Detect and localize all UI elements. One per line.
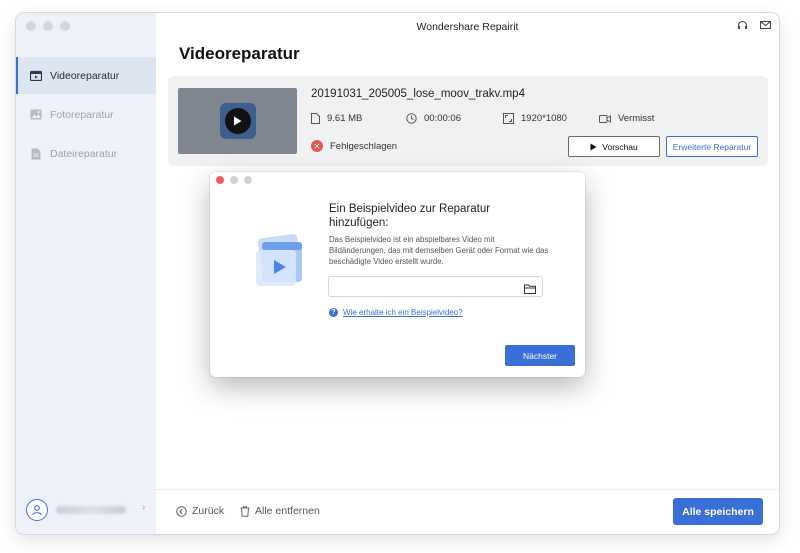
play-icon (224, 108, 251, 134)
footer-bar: Zurück Alle entfernen Alle speichern (156, 489, 779, 534)
advanced-repair-button[interactable]: Erweiterte Reparatur (666, 136, 758, 157)
save-all-button[interactable]: Alle speichern (673, 498, 763, 525)
clock-icon (406, 113, 417, 124)
close-window-button[interactable] (26, 21, 36, 31)
dialog-minimize-button[interactable] (230, 176, 238, 184)
user-email-blurred (56, 506, 126, 514)
video-thumbnail[interactable] (178, 88, 297, 154)
user-account[interactable] (26, 499, 126, 521)
mail-icon[interactable] (759, 20, 772, 34)
preview-button[interactable]: Vorschau (568, 136, 660, 157)
page-title: Videoreparatur (179, 44, 300, 63)
user-icon (26, 499, 48, 521)
sample-video-illustration-icon (252, 232, 310, 292)
status-label: Fehlgeschlagen (330, 140, 398, 152)
file-name: 20191031_205005_lose_moov_trakv.mp4 (311, 88, 525, 100)
video-file-card: 20191031_205005_lose_moov_trakv.mp4 9.61… (168, 76, 768, 166)
minimize-window-button[interactable] (43, 21, 53, 31)
repair-status: ✕ Fehlgeschlagen (311, 140, 397, 152)
error-icon: ✕ (311, 140, 323, 152)
trash-icon (240, 505, 250, 517)
help-link[interactable]: ? Wie erhalte ich ein Beispielvideo? (329, 308, 463, 317)
file-missing-status: Vermisst (599, 113, 654, 124)
zoom-window-button[interactable] (60, 21, 70, 31)
sidebar-item-fotoreparatur[interactable]: Fotoreparatur (16, 96, 156, 133)
dialog-description: Das Beispielvideo ist ein abspielbares V… (329, 235, 549, 266)
help-question-icon: ? (329, 308, 338, 317)
sidebar-item-videoreparatur[interactable]: Videoreparatur (16, 57, 156, 94)
chevron-right-icon[interactable]: › (142, 502, 145, 513)
file-size: 9.61 MB (311, 113, 362, 124)
dialog-window-controls (216, 176, 252, 184)
sidebar-item-label: Dateireparatur (50, 147, 118, 160)
headset-icon[interactable] (737, 20, 748, 34)
window-controls (26, 21, 70, 31)
dialog-zoom-button[interactable] (244, 176, 252, 184)
sidebar: Videoreparatur Fotoreparatur Dateirepara… (16, 13, 156, 534)
back-arrow-icon (176, 505, 187, 517)
file-duration: 00:00:06 (406, 113, 461, 124)
play-icon (590, 143, 597, 150)
sample-video-dialog: Ein Beispielvideo zur Reparatur hinzufüg… (210, 172, 585, 377)
sidebar-item-dateireparatur[interactable]: Dateireparatur (16, 135, 156, 172)
sample-video-path-input[interactable] (328, 276, 543, 297)
file-icon (30, 148, 42, 160)
resolution-icon (503, 113, 514, 124)
back-button[interactable]: Zurück (176, 505, 224, 517)
sidebar-item-label: Fotoreparatur (50, 108, 114, 121)
dialog-title: Ein Beispielvideo zur Reparatur hinzufüg… (329, 203, 491, 229)
remove-all-button[interactable]: Alle entfernen (240, 505, 320, 517)
file-resolution: 1920*1080 (503, 113, 567, 124)
sidebar-item-label: Videoreparatur (50, 69, 120, 82)
photo-icon (30, 109, 42, 121)
folder-icon[interactable] (524, 281, 536, 299)
camera-icon (599, 114, 611, 123)
next-button[interactable]: Nächster (505, 345, 575, 366)
dialog-close-button[interactable] (216, 176, 224, 184)
title-bar: Wondershare Repairit (156, 13, 779, 41)
window-title: Wondershare Repairit (416, 21, 519, 33)
file-size-icon (311, 113, 320, 124)
video-icon (30, 70, 42, 82)
